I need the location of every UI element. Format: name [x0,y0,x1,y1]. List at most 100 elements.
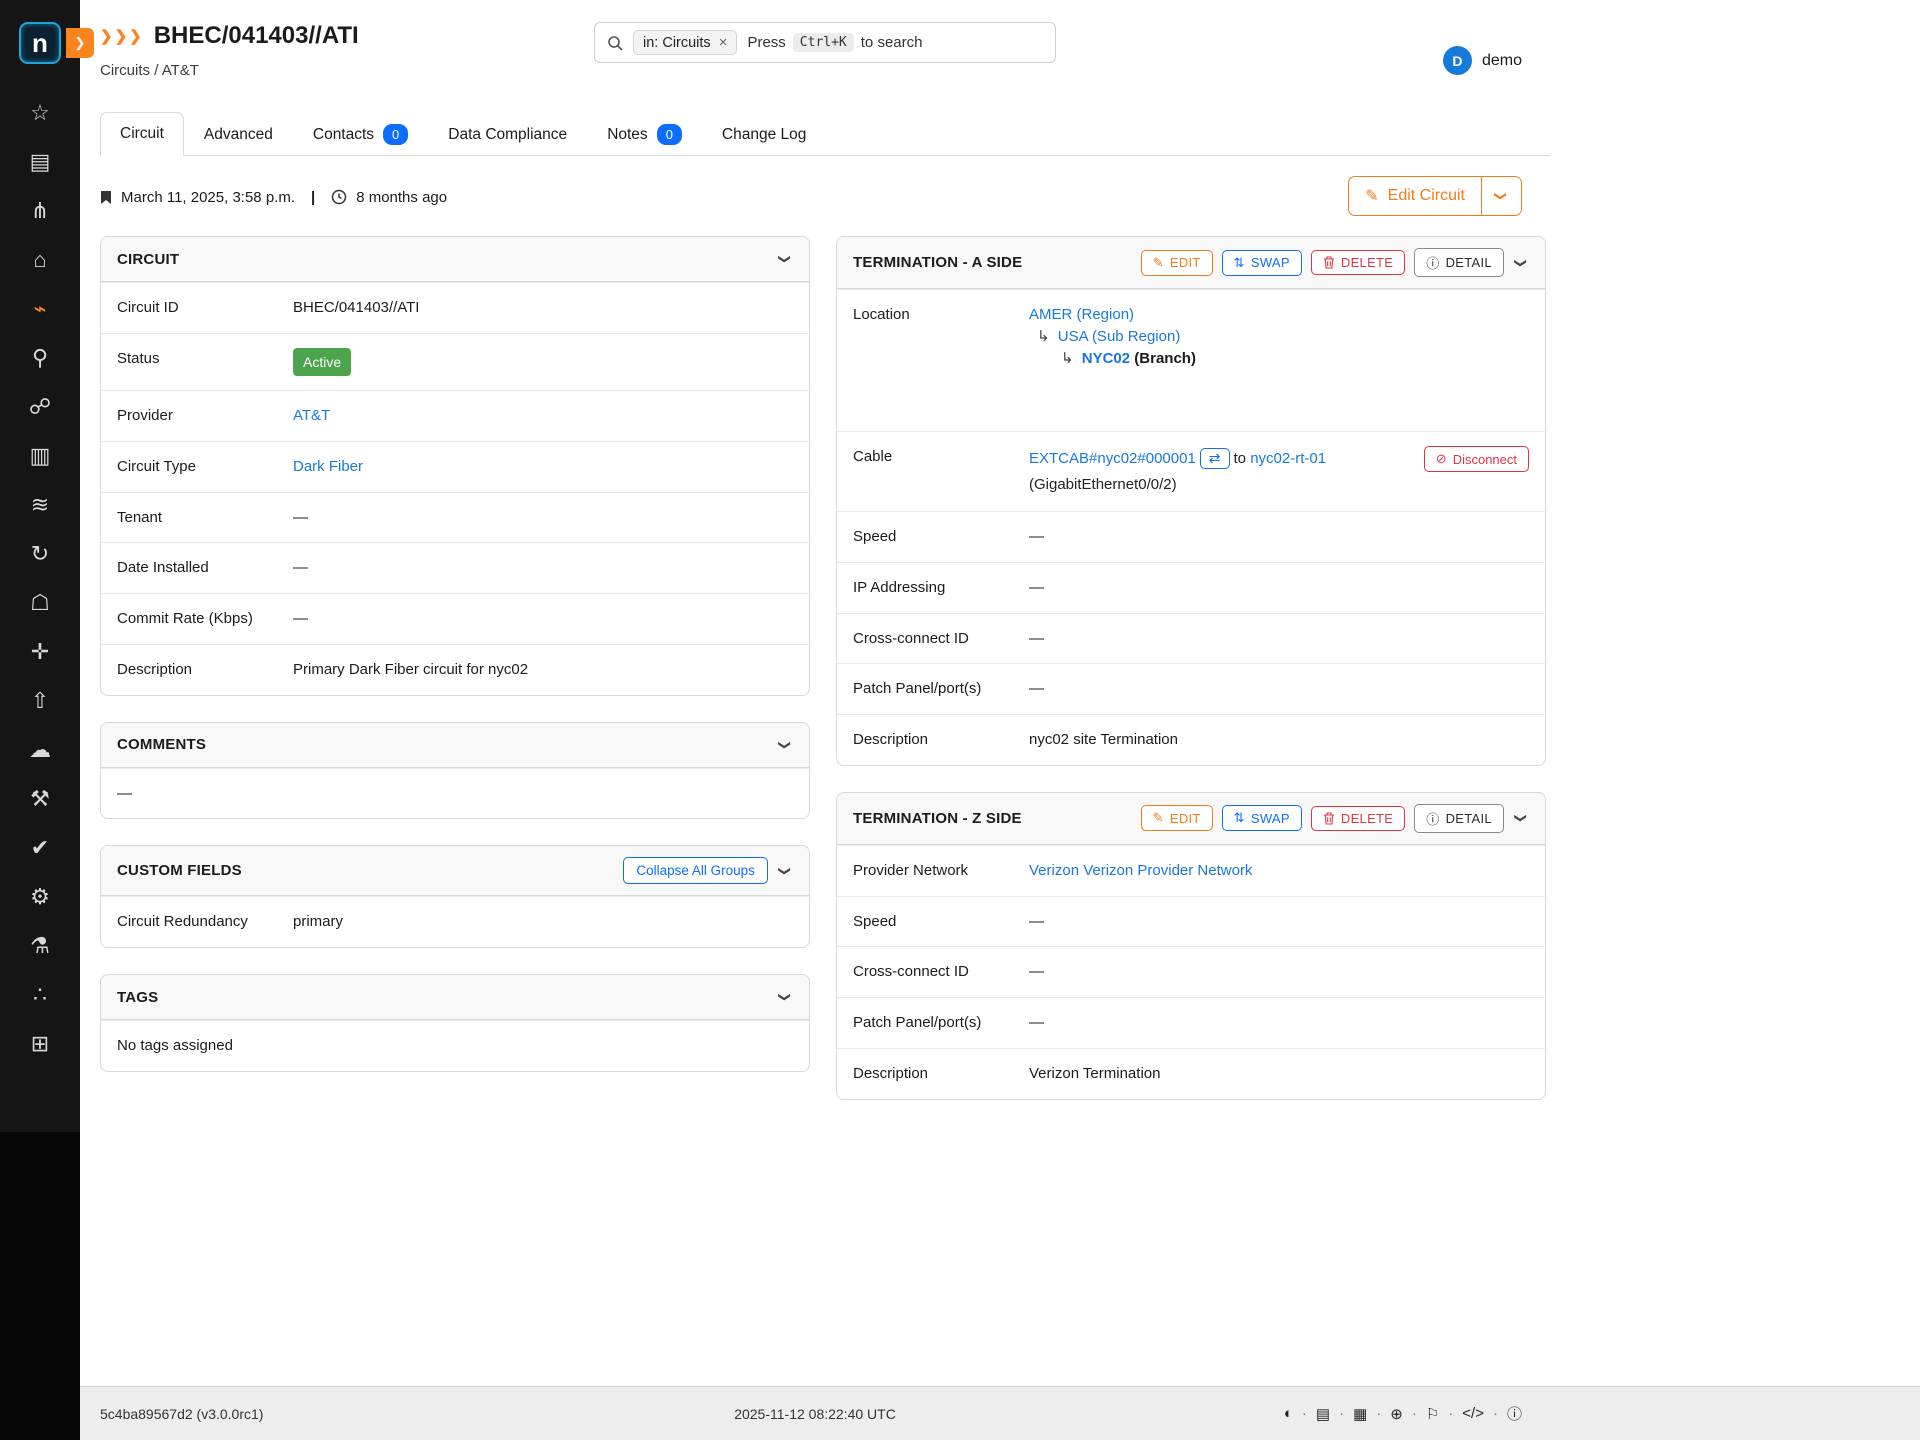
app-footer: 5c4ba89567d2 (v3.0.0rc1) 2025-11-12 08:2… [80,1386,1920,1440]
provider-network-link[interactable]: Verizon Verizon Provider Network [1029,862,1252,879]
modules-icon[interactable]: ▥ [16,431,64,480]
chip-close-icon[interactable]: × [719,34,728,51]
tab-circuit[interactable]: Circuit [100,112,184,156]
meta-row: March 11, 2025, 3:58 p.m. | 8 months ago… [100,176,1550,218]
region-type[interactable]: (Region) [1077,306,1135,323]
wireless-icon[interactable]: ≋ [16,480,64,529]
chevron-down-icon[interactable]: ❯ [1514,810,1528,826]
tab-contacts[interactable]: Contacts 0 [293,112,428,156]
circuit-redundancy-value: primary [293,911,793,933]
user-menu[interactable]: D demo [1443,46,1522,75]
notifications-icon[interactable]: ⚐ [1426,1405,1439,1423]
topology-icon[interactable]: ⋔ [16,186,64,235]
chevron-down-icon[interactable]: ❯ [778,737,792,753]
cable-label: Cable [853,446,1029,497]
info-icon: ⓘ [1426,253,1439,272]
chevron-down-icon[interactable]: ❯ [778,863,792,879]
chevron-down-icon[interactable]: ❯ [1514,254,1528,270]
search-hint-pre: Press [747,34,785,51]
termination-z-description-label: Description [853,1063,1029,1085]
tags-value: No tags assigned [117,1035,793,1057]
tab-advanced[interactable]: Advanced [184,112,293,156]
termination-z-edit-button[interactable]: ✎ EDIT [1141,805,1213,831]
tab-data-compliance[interactable]: Data Compliance [428,112,587,156]
footer-dot: · [1376,1405,1381,1422]
cable-trace-button[interactable]: ⇄ [1200,448,1230,469]
commit-rate-value: — [293,608,793,630]
termination-a-edit-button[interactable]: ✎ EDIT [1141,250,1213,276]
subregion-type[interactable]: (Sub Region) [1092,328,1180,345]
breadcrumb-provider-link[interactable]: AT&T [162,62,199,79]
cross-connect-label: Cross-connect ID [853,628,1029,650]
circuits-icon[interactable]: ⌁ [16,284,64,333]
commit-rate-label: Commit Rate (Kbps) [117,608,293,630]
disconnect-button[interactable]: ⊘ Disconnect [1424,446,1529,472]
api-code-icon[interactable]: </> [1462,1405,1484,1422]
integrations-icon[interactable]: ∴ [16,970,64,1019]
cable-device-link[interactable]: nyc02-rt-01 [1250,450,1326,467]
search-filter-chip: in: Circuits × [633,30,737,55]
chevron-down-icon[interactable]: ❯ [778,989,792,1005]
termination-a-detail-button[interactable]: ⓘ DETAIL [1414,248,1504,277]
circuit-type-label: Circuit Type [117,456,293,478]
web-icon[interactable]: ⊕ [1390,1405,1403,1423]
breadcrumb-circuits-link[interactable]: Circuits [100,62,150,79]
theme-toggle-icon[interactable]: ◐ [1284,1405,1293,1422]
locations-icon[interactable]: ⌂ [16,235,64,284]
tools-icon[interactable]: ⚒ [16,774,64,823]
tenant-row: Tenant — [101,492,809,543]
edit-circuit-button[interactable]: ✎ Edit Circuit [1349,177,1481,215]
circuit-type-link[interactable]: Dark Fiber [293,458,363,475]
patch-panel-value: — [1029,678,1529,700]
favorites-icon[interactable]: ☆ [16,88,64,137]
docs-icon[interactable]: ▤ [1316,1405,1330,1423]
collapse-all-groups-button[interactable]: Collapse All Groups [623,857,768,884]
nautobot-logo[interactable]: n [19,22,61,64]
tab-notes-label: Notes [607,126,648,144]
tab-contacts-label: Contacts [313,126,374,144]
trash-icon [1323,256,1335,269]
z-speed-value: — [1029,911,1529,933]
security-icon[interactable]: ☖ [16,578,64,627]
subregion-link[interactable]: USA [1058,328,1088,345]
sidebar: n ❯ ☆ ▤ ⋔ ⌂ ⌁ ⚲ ☍ ▥ ≋ ↻ ☖ ✛ ⇧ ☁ ⚒ ✔ ⚙ ⚗ … [0,0,80,1440]
sidebar-expand-toggle[interactable]: ❯ [66,28,94,58]
help-icon[interactable]: ⓘ [1507,1403,1522,1424]
tab-notes[interactable]: Notes 0 [587,112,702,156]
jobs-icon[interactable]: ✛ [16,627,64,676]
devices-icon[interactable]: ▤ [16,137,64,186]
settings-icon[interactable]: ⚙ [16,872,64,921]
cable-link[interactable]: EXTCAB#nyc02#000001 [1029,450,1196,467]
termination-a-title: TERMINATION - A SIDE [853,254,1022,271]
connections-icon[interactable]: ☍ [16,382,64,431]
tab-change-log[interactable]: Change Log [702,112,826,156]
cloud-icon[interactable]: ☁ [16,725,64,774]
plugins-icon[interactable]: ⚗ [16,921,64,970]
validation-icon[interactable]: ✔ [16,823,64,872]
circuit-id-row: Circuit ID BHEC/041403//ATI [101,282,809,333]
termination-z-swap-button[interactable]: ⇅ SWAP [1222,805,1302,831]
termination-z-delete-button[interactable]: DELETE [1311,806,1405,831]
routing-icon[interactable]: ↻ [16,529,64,578]
commit-rate-row: Commit Rate (Kbps) — [101,593,809,644]
chevron-down-icon[interactable]: ❯ [778,251,792,267]
date-installed-row: Date Installed — [101,542,809,593]
tab-advanced-label: Advanced [204,126,273,144]
comments-panel: COMMENTS ❯ — [100,722,810,820]
breadcrumb: Circuits / AT&T [100,62,1550,79]
ipam-icon[interactable]: ⚲ [16,333,64,382]
edit-circuit-dropdown-toggle[interactable]: ❯ [1481,177,1521,215]
region-link[interactable]: AMER [1029,306,1072,323]
search-input[interactable]: in: Circuits × Press Ctrl+K to search [594,22,1056,63]
data-table-icon[interactable]: ▦ [1353,1405,1367,1423]
date-installed-value: — [293,557,793,579]
provider-link[interactable]: AT&T [293,407,330,424]
provider-network-row: Provider Network Verizon Verizon Provide… [837,845,1545,896]
branch-link[interactable]: NYC02 [1082,350,1130,367]
termination-z-detail-button[interactable]: ⓘ DETAIL [1414,804,1504,833]
termination-a-delete-button[interactable]: DELETE [1311,250,1405,275]
cloud-upload-icon[interactable]: ⇧ [16,676,64,725]
termination-a-swap-button[interactable]: ⇅ SWAP [1222,250,1302,276]
apps-icon[interactable]: ⊞ [16,1019,64,1068]
tags-body: No tags assigned [101,1020,809,1071]
